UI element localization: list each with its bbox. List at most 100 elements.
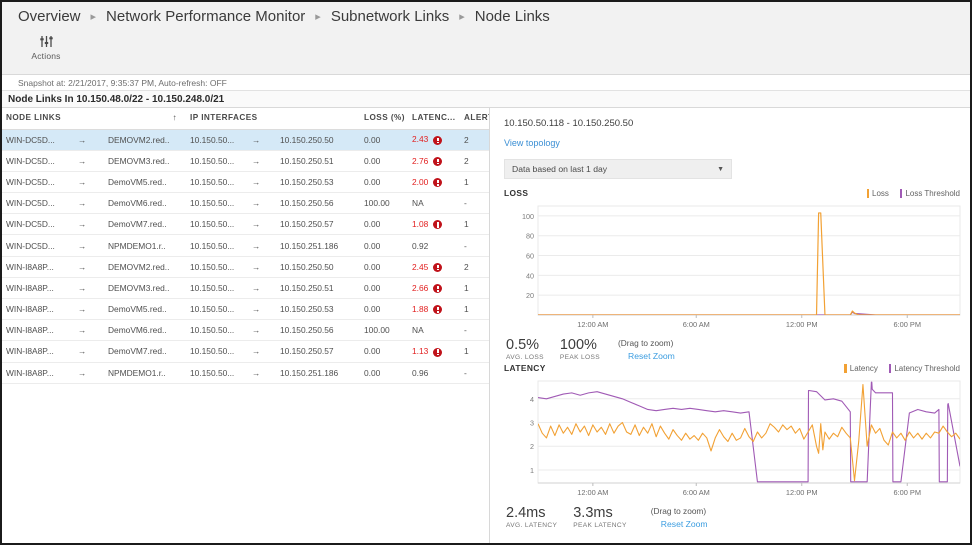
cell-destination-ip: 10.150.250.51	[276, 277, 360, 298]
stat-peak-latency-label: PEAK LATENCY	[573, 522, 627, 529]
cell-destination-node: DemoVM7.red..	[104, 341, 186, 362]
cell-destination-ip: 10.150.250.50	[276, 129, 360, 150]
loss-chart[interactable]: 2040608010012:00 AM6:00 AM12:00 PM6:00 P…	[504, 200, 964, 335]
time-range-select[interactable]: Data based on last 1 day ▼	[504, 159, 732, 179]
breadcrumb-item-subnetwork-links[interactable]: Subnetwork Links	[331, 8, 449, 25]
arrow-icon: →	[248, 150, 276, 171]
alert-icon	[433, 136, 442, 145]
cell-latency: 2.66	[408, 277, 460, 298]
latency-value: 1.88	[412, 304, 428, 314]
alert-icon	[433, 178, 442, 187]
latency-chart[interactable]: 123412:00 AM6:00 AM12:00 PM6:00 PM	[504, 375, 964, 503]
legend-swatch-latency	[844, 364, 847, 373]
arrow-icon: →	[74, 341, 104, 362]
view-topology-link[interactable]: View topology	[504, 138, 964, 148]
loss-reset-zoom-link[interactable]: Reset Zoom	[628, 351, 675, 361]
svg-text:12:00 AM: 12:00 AM	[577, 320, 608, 329]
cell-destination-ip: 10.150.250.57	[276, 214, 360, 235]
cell-latency: 2.45	[408, 256, 460, 277]
table-row[interactable]: WIN-I8A8P...→DemoVM7.red..10.150.50...→1…	[2, 341, 490, 362]
svg-text:20: 20	[526, 291, 534, 300]
column-header-alerts[interactable]: ALERTS	[460, 108, 490, 129]
cell-source-ip: 10.150.50...	[186, 214, 248, 235]
cell-destination-node: DEMOVM3.red..	[104, 150, 186, 171]
cell-latency: 2.43	[408, 129, 460, 150]
cell-source-node: WIN-I8A8P...	[2, 362, 74, 383]
svg-text:80: 80	[526, 232, 534, 241]
cell-latency: 1.13	[408, 341, 460, 362]
cell-latency: 2.00	[408, 171, 460, 192]
time-range-select-value: Data based on last 1 day	[512, 164, 607, 174]
cell-destination-ip: 10.150.250.53	[276, 299, 360, 320]
cell-destination-ip: 10.150.250.56	[276, 320, 360, 341]
cell-latency: NA	[408, 320, 460, 341]
cell-loss: 0.00	[360, 299, 408, 320]
link-detail-panel: 10.150.50.118 - 10.150.250.50 View topol…	[490, 108, 970, 545]
cell-alerts: 2	[460, 256, 490, 277]
table-row[interactable]: WIN-DC5D...→DemoVM6.red..10.150.50...→10…	[2, 193, 490, 214]
table-row[interactable]: WIN-I8A8P...→DEMOVM2.red..10.150.50...→1…	[2, 256, 490, 277]
alert-icon	[433, 348, 442, 357]
svg-text:6:00 AM: 6:00 AM	[683, 488, 710, 497]
sort-indicator-icon[interactable]: ↑	[104, 108, 186, 129]
arrow-icon: →	[248, 129, 276, 150]
arrow-icon: →	[74, 129, 104, 150]
content-split: NODE LINKS ↑ IP INTERFACES LOSS (%) LATE…	[2, 108, 970, 545]
cell-source-node: WIN-DC5D...	[2, 214, 74, 235]
arrow-icon: →	[248, 362, 276, 383]
breadcrumb-item-node-links[interactable]: Node Links	[475, 8, 550, 25]
cell-source-ip: 10.150.50...	[186, 171, 248, 192]
loss-zoom-hint: (Drag to zoom) Reset Zoom	[618, 338, 675, 361]
table-row[interactable]: WIN-DC5D...→DEMOVM2.red..10.150.50...→10…	[2, 129, 490, 150]
cell-destination-node: DemoVM5.red..	[104, 299, 186, 320]
cell-loss: 0.00	[360, 171, 408, 192]
column-header-latency[interactable]: LATENC...	[408, 108, 460, 129]
table-body: WIN-DC5D...→DEMOVM2.red..10.150.50...→10…	[2, 129, 490, 383]
cell-source-ip: 10.150.50...	[186, 256, 248, 277]
chevron-down-icon: ▼	[717, 166, 724, 173]
cell-loss: 0.00	[360, 129, 408, 150]
alert-icon	[433, 284, 442, 293]
cell-alerts: 2	[460, 129, 490, 150]
breadcrumb: Overview ▸ Network Performance Monitor ▸…	[2, 2, 970, 30]
table-row[interactable]: WIN-DC5D...→DEMOVM3.red..10.150.50...→10…	[2, 150, 490, 171]
legend-label-loss-threshold: Loss Threshold	[905, 189, 960, 198]
legend-label-latency: Latency	[850, 364, 878, 373]
column-header-loss[interactable]: LOSS (%)	[360, 108, 408, 129]
arrow-icon: →	[74, 362, 104, 383]
cell-destination-ip: 10.150.250.53	[276, 171, 360, 192]
arrow-icon: →	[74, 235, 104, 256]
cell-loss: 0.00	[360, 150, 408, 171]
cell-alerts: 2	[460, 150, 490, 171]
breadcrumb-item-overview[interactable]: Overview	[18, 8, 81, 25]
table-row[interactable]: WIN-I8A8P...→NPMDEMO1.r..10.150.50...→10…	[2, 362, 490, 383]
cell-source-ip: 10.150.50...	[186, 362, 248, 383]
stat-avg-loss: 0.5% AVG. LOSS	[506, 338, 544, 361]
table-row[interactable]: WIN-DC5D...→DemoVM5.red..10.150.50...→10…	[2, 171, 490, 192]
arrow-icon: →	[74, 299, 104, 320]
latency-value: NA	[412, 325, 424, 335]
legend-label-latency-threshold: Latency Threshold	[894, 364, 960, 373]
cell-loss: 0.00	[360, 235, 408, 256]
arrow-icon: →	[74, 171, 104, 192]
latency-value: 2.00	[412, 177, 428, 187]
actions-button[interactable]: Actions	[20, 30, 72, 61]
table-row[interactable]: WIN-DC5D...→NPMDEMO1.r..10.150.50...→10.…	[2, 235, 490, 256]
table-row[interactable]: WIN-I8A8P...→DemoVM6.red..10.150.50...→1…	[2, 320, 490, 341]
latency-reset-zoom-link[interactable]: Reset Zoom	[661, 519, 708, 529]
breadcrumb-item-network-performance-monitor[interactable]: Network Performance Monitor	[106, 8, 305, 25]
table-row[interactable]: WIN-I8A8P...→DemoVM5.red..10.150.50...→1…	[2, 299, 490, 320]
table-row[interactable]: WIN-DC5D...→DemoVM7.red..10.150.50...→10…	[2, 214, 490, 235]
arrow-icon: →	[248, 214, 276, 235]
cell-latency: 1.08	[408, 214, 460, 235]
legend-item-loss-threshold: Loss Threshold	[900, 189, 960, 198]
cell-loss: 0.00	[360, 214, 408, 235]
column-header-node-links[interactable]: NODE LINKS	[2, 108, 104, 129]
cell-source-ip: 10.150.50...	[186, 341, 248, 362]
cell-loss: 0.00	[360, 256, 408, 277]
latency-zoom-hint: (Drag to zoom) Reset Zoom	[651, 506, 708, 529]
svg-text:6:00 AM: 6:00 AM	[683, 320, 710, 329]
table-row[interactable]: WIN-I8A8P...→DEMOVM3.red..10.150.50...→1…	[2, 277, 490, 298]
arrow-icon: →	[74, 150, 104, 171]
column-header-ip-interfaces[interactable]: IP INTERFACES	[186, 108, 360, 129]
